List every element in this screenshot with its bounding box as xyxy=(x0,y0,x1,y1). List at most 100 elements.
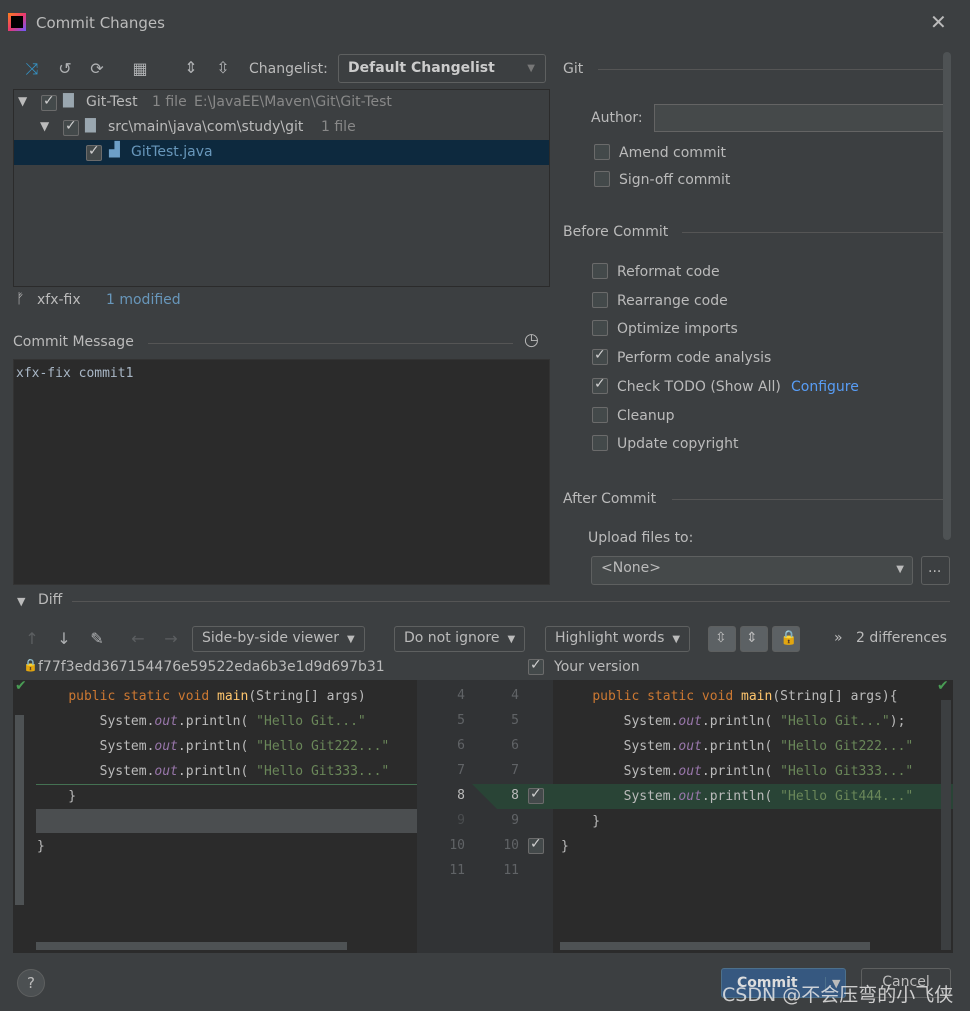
vertical-scrollbar[interactable] xyxy=(941,700,951,950)
before-commit-option-label[interactable]: Rearrange code xyxy=(617,293,728,309)
code-line: System.out.println( "Hello Git..." xyxy=(37,714,366,729)
close-icon[interactable]: ✕ xyxy=(930,10,947,34)
before-commit-option-label[interactable]: Check TODO (Show All) xyxy=(617,379,781,395)
lock-icon: 🔒 xyxy=(23,658,38,672)
divider xyxy=(72,601,950,602)
right-line-number: 11 xyxy=(503,863,519,878)
right-panel-scrollbar[interactable] xyxy=(943,52,951,540)
diff-gutter: 4 4 5 5 6 6 7 7 8 8 9 9 10 10 11 11 xyxy=(417,680,553,953)
expand-arrow-icon[interactable]: ▼ xyxy=(40,119,49,133)
horizontal-scrollbar[interactable] xyxy=(560,942,870,950)
refresh-icon[interactable]: ⟳ xyxy=(87,59,107,78)
include-change-checkbox[interactable] xyxy=(528,836,544,854)
branch-name: xfx-fix xyxy=(37,292,81,308)
expand-all-icon[interactable]: ⇕ xyxy=(181,58,201,77)
lock-button[interactable]: 🔒 xyxy=(772,626,800,652)
viewer-dropdown[interactable]: Side-by-side viewer ▼ xyxy=(192,626,365,652)
checkbox-package[interactable] xyxy=(63,118,79,136)
right-line-number: 9 xyxy=(511,813,519,828)
expand-arrow-icon[interactable]: ▼ xyxy=(18,94,27,108)
compare-icon[interactable]: ⤨ xyxy=(22,59,42,79)
upload-files-dropdown[interactable]: <None> ▼ xyxy=(591,556,913,585)
commit-message-text: xfx-fix commit1 xyxy=(16,366,134,381)
viewer-value: Side-by-side viewer xyxy=(202,630,340,646)
code-line: public static void main(String[] args) xyxy=(68,689,366,704)
highlight-value: Highlight words xyxy=(555,630,665,646)
help-button[interactable]: ? xyxy=(17,969,45,997)
diff-collapse-arrow-icon[interactable]: ▼ xyxy=(17,595,25,608)
next-difference-icon[interactable]: ↓ xyxy=(54,629,74,648)
tree-item-name[interactable]: src\main\java\com\study\git xyxy=(108,119,303,135)
right-line-number: 10 xyxy=(503,838,519,853)
group-by-icon[interactable]: ▦ xyxy=(130,59,150,78)
modified-link[interactable]: 1 modified xyxy=(106,292,181,308)
signoff-commit-checkbox[interactable] xyxy=(594,171,610,187)
git-section-title: Git xyxy=(563,61,584,77)
no-errors-check-icon: ✔ xyxy=(937,680,949,694)
previous-difference-icon[interactable]: ↑ xyxy=(22,629,42,648)
before-commit-option-label[interactable]: Reformat code xyxy=(617,264,720,280)
collapse-unchanged-button[interactable]: ⇳ xyxy=(708,626,736,652)
diff-section-title: Diff xyxy=(38,592,63,608)
before-commit-checkbox[interactable] xyxy=(592,435,608,452)
before-commit-option-label[interactable]: Update copyright xyxy=(617,436,738,452)
ignore-dropdown[interactable]: Do not ignore ▼ xyxy=(394,626,526,652)
tree-row-selected[interactable]: ▟ GitTest.java xyxy=(14,140,549,165)
left-line-number: 8 xyxy=(457,788,465,803)
tree-item-name[interactable]: Git-Test xyxy=(86,94,138,110)
author-input[interactable] xyxy=(654,104,947,132)
tree-item-name[interactable]: GitTest.java xyxy=(131,144,213,160)
vertical-scrollbar[interactable] xyxy=(15,715,24,905)
app-logo-icon xyxy=(8,13,26,31)
left-line-number: 11 xyxy=(449,863,465,878)
back-icon[interactable]: ← xyxy=(128,629,148,648)
code-line: System.out.println( "Hello Git222..." xyxy=(37,739,390,754)
before-commit-section-title: Before Commit xyxy=(563,224,669,240)
highlight-dropdown[interactable]: Highlight words ▼ xyxy=(545,626,691,652)
left-line-number: 5 xyxy=(457,713,465,728)
more-button[interactable]: ... xyxy=(921,556,950,585)
history-clock-icon[interactable]: ◷ xyxy=(524,330,539,350)
java-file-icon: ▟ xyxy=(109,142,120,158)
changelist-dropdown[interactable]: Default Changelist ▼ xyxy=(338,54,546,83)
before-commit-checkbox[interactable] xyxy=(592,376,608,394)
undo-icon[interactable]: ↺ xyxy=(55,59,75,78)
configure-link[interactable]: Configure xyxy=(791,379,859,395)
before-commit-option-label[interactable]: Perform code analysis xyxy=(617,350,771,366)
code-line: } xyxy=(561,814,601,829)
right-line-number: 5 xyxy=(511,713,519,728)
amend-commit-label[interactable]: Amend commit xyxy=(619,145,726,161)
changelist-label: Changelist: xyxy=(249,61,328,77)
before-commit-checkbox[interactable] xyxy=(592,291,608,308)
changes-tree[interactable]: ▼ ▇ Git-Test 1 file E:\JavaEE\Maven\Git\… xyxy=(13,89,550,287)
divider xyxy=(672,499,944,500)
more-icon[interactable]: » xyxy=(834,630,843,646)
diff-left-editor[interactable]: ✔ public static void main(String[] args)… xyxy=(13,680,417,953)
right-line-number: 6 xyxy=(511,738,519,753)
diff-right-editor[interactable]: public static void main(String[] args){ … xyxy=(553,680,953,953)
checkbox-file[interactable] xyxy=(86,143,102,161)
checkbox-git-test[interactable] xyxy=(41,93,57,111)
forward-icon[interactable]: → xyxy=(161,629,181,648)
title-bar: Commit Changes ✕ xyxy=(0,0,970,46)
code-line: public static void main(String[] args){ xyxy=(592,689,898,704)
your-version-checkbox[interactable] xyxy=(528,657,544,675)
sync-scroll-button[interactable]: ⇕ xyxy=(740,626,768,652)
before-commit-checkbox[interactable] xyxy=(592,320,608,337)
horizontal-scrollbar[interactable] xyxy=(36,942,347,950)
before-commit-checkbox[interactable] xyxy=(592,263,608,279)
commit-message-input[interactable]: xfx-fix commit1 xyxy=(13,359,550,585)
amend-commit-checkbox[interactable] xyxy=(594,144,610,160)
before-commit-option-label[interactable]: Optimize imports xyxy=(617,321,738,337)
before-commit-checkbox[interactable] xyxy=(592,406,608,423)
before-commit-option-label[interactable]: Cleanup xyxy=(617,408,675,424)
before-commit-checkbox[interactable] xyxy=(592,347,608,366)
signoff-commit-label[interactable]: Sign-off commit xyxy=(619,172,730,188)
upload-files-label: Upload files to: xyxy=(588,530,694,546)
collapse-all-icon[interactable]: ⇳ xyxy=(213,58,233,77)
module-folder-icon: ▇ xyxy=(63,92,74,108)
edit-icon[interactable]: ✎ xyxy=(87,629,107,648)
code-line: System.out.println( "Hello Git222..." xyxy=(561,739,914,754)
include-change-checkbox[interactable] xyxy=(528,786,544,804)
deleted-filler xyxy=(36,809,417,833)
